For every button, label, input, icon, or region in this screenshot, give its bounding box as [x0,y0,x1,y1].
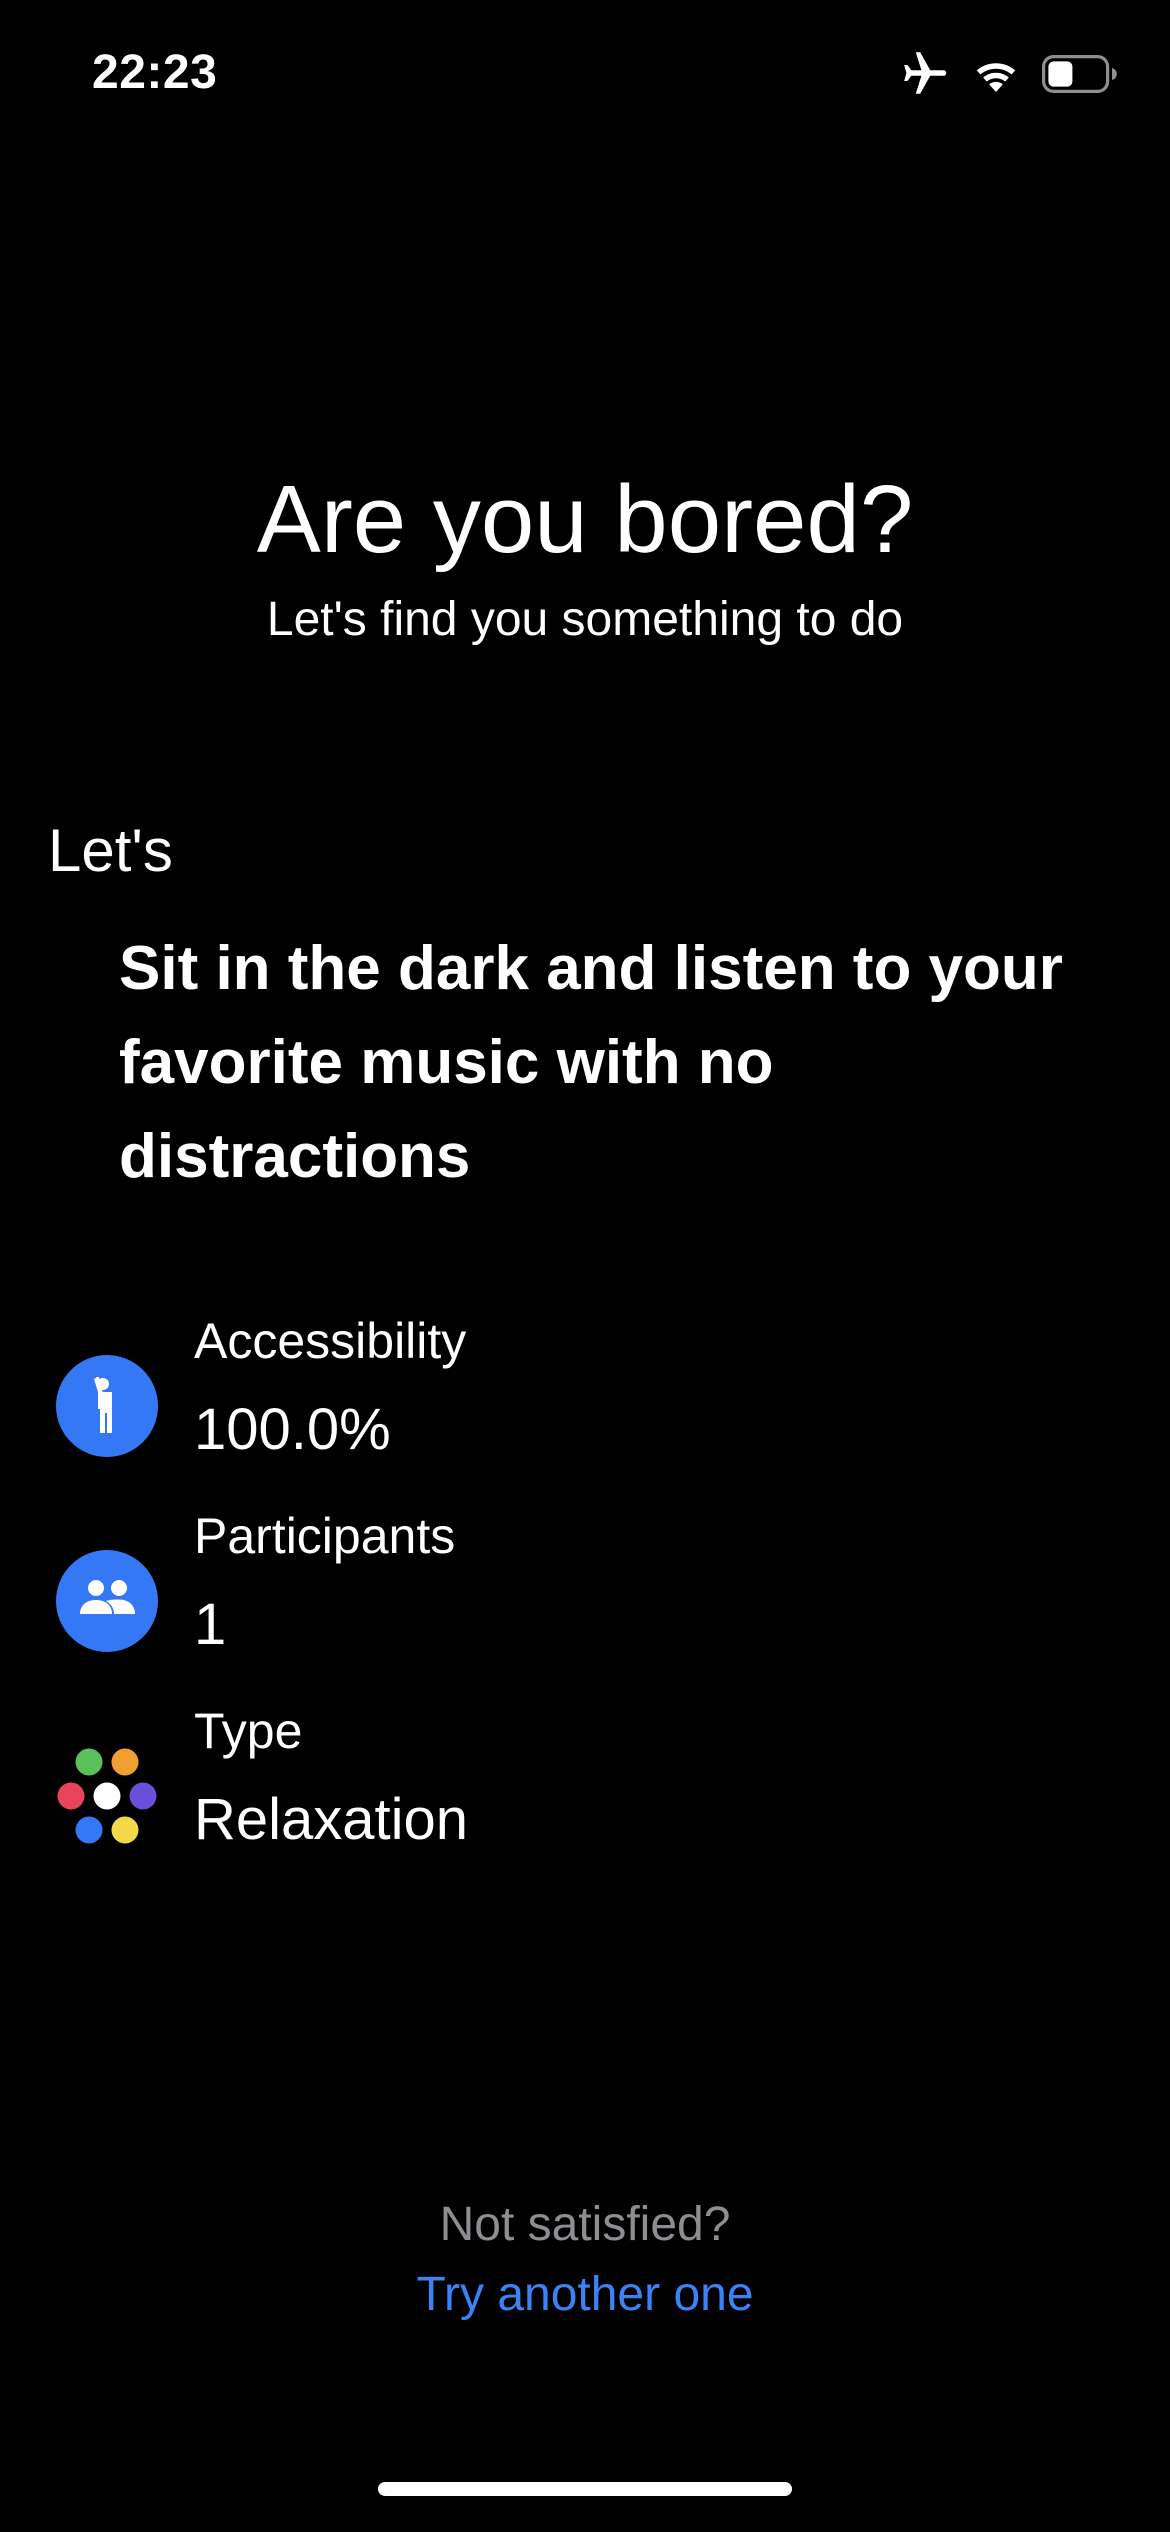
status-icons [902,52,1118,96]
battery-icon [1042,55,1118,93]
type-label: Type [194,1703,303,1759]
participants-icon [56,1550,158,1652]
type-dots-icon [56,1745,158,1847]
activity-prefix: Let's [48,817,173,884]
page-title: Are you bored? [256,466,914,573]
page-subtitle: Let's find you something to do [266,593,904,646]
accessibility-label: Accessibility [194,1313,467,1369]
type-value: Relaxation [194,1787,469,1852]
activity-text: Sit in the dark and listen to your favor… [119,934,1063,1191]
participants-value: 1 [194,1592,227,1657]
airplane-icon [902,52,950,96]
status-bar: 22:23 [0,0,1170,150]
status-time: 22:23 [92,46,218,99]
participants-row: Participants 1 [56,1508,1116,1710]
type-row: Type Relaxation [56,1703,1116,1905]
accessibility-icon [56,1355,158,1457]
accessibility-value: 100.0% [194,1397,391,1462]
not-satisfied-text: Not satisfied? [439,2198,731,2251]
participants-label: Participants [194,1508,456,1564]
accessibility-row: Accessibility 100.0% [56,1313,1116,1515]
wifi-icon [972,56,1020,92]
home-indicator[interactable] [378,2482,792,2496]
try-another-link[interactable]: Try another one [0,2265,1170,2325]
